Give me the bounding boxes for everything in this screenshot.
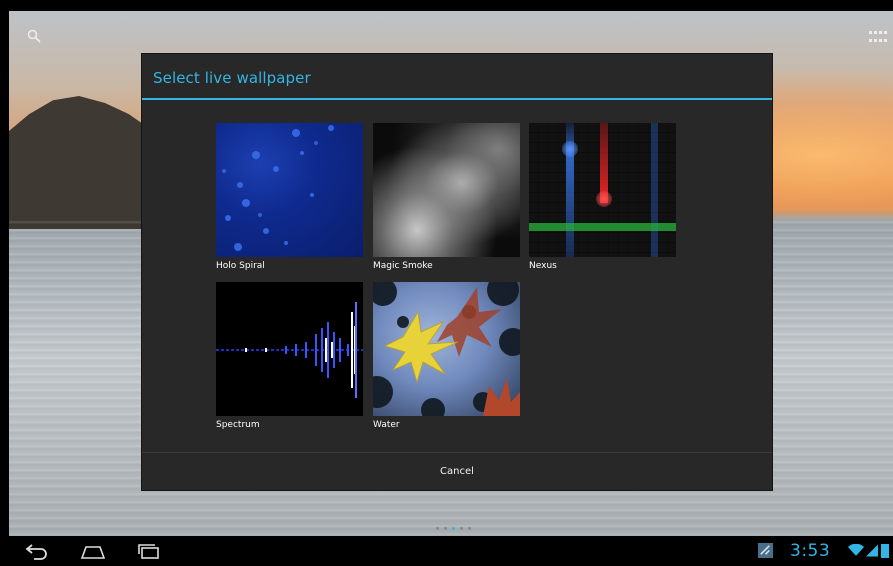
battery-icon [881,544,889,558]
holo-spiral-preview [216,123,363,257]
wallpaper-water[interactable]: Water [373,282,520,430]
wallpaper-label: Spectrum [216,420,260,430]
magic-smoke-preview [373,123,520,257]
wallpaper-magic-smoke[interactable]: Magic Smoke [373,123,520,271]
wallpaper-spectrum[interactable]: Spectrum [216,282,363,430]
system-navigation-bar: 3:53 [0,536,893,566]
water-preview [373,282,520,416]
status-clock[interactable]: 3:53 [790,541,830,561]
wifi-icon [848,544,864,556]
back-icon[interactable] [24,542,50,560]
title-divider [142,98,772,100]
notification-icon[interactable] [757,542,774,559]
wallpaper-nexus[interactable]: Nexus [529,123,676,271]
recent-apps-icon[interactable] [136,542,162,560]
dialog-title: Select live wallpaper [153,69,311,87]
wallpaper-label: Water [373,420,400,430]
nexus-preview [529,123,676,257]
page-indicator [436,527,471,530]
wallpaper-holo-spiral[interactable]: Holo Spiral [216,123,363,271]
live-wallpaper-dialog: Select live wallpaper Holo Spiral Magic … [142,54,772,490]
wallpaper-label: Nexus [529,261,557,271]
spectrum-preview [216,282,363,416]
wallpaper-label: Magic Smoke [373,261,433,271]
cancel-button[interactable]: Cancel [142,453,772,490]
home-icon[interactable] [80,542,106,560]
wallpaper-label: Holo Spiral [216,261,265,271]
apps-grid-icon[interactable] [869,31,887,45]
search-icon[interactable] [27,29,41,43]
signal-icon [866,544,878,557]
